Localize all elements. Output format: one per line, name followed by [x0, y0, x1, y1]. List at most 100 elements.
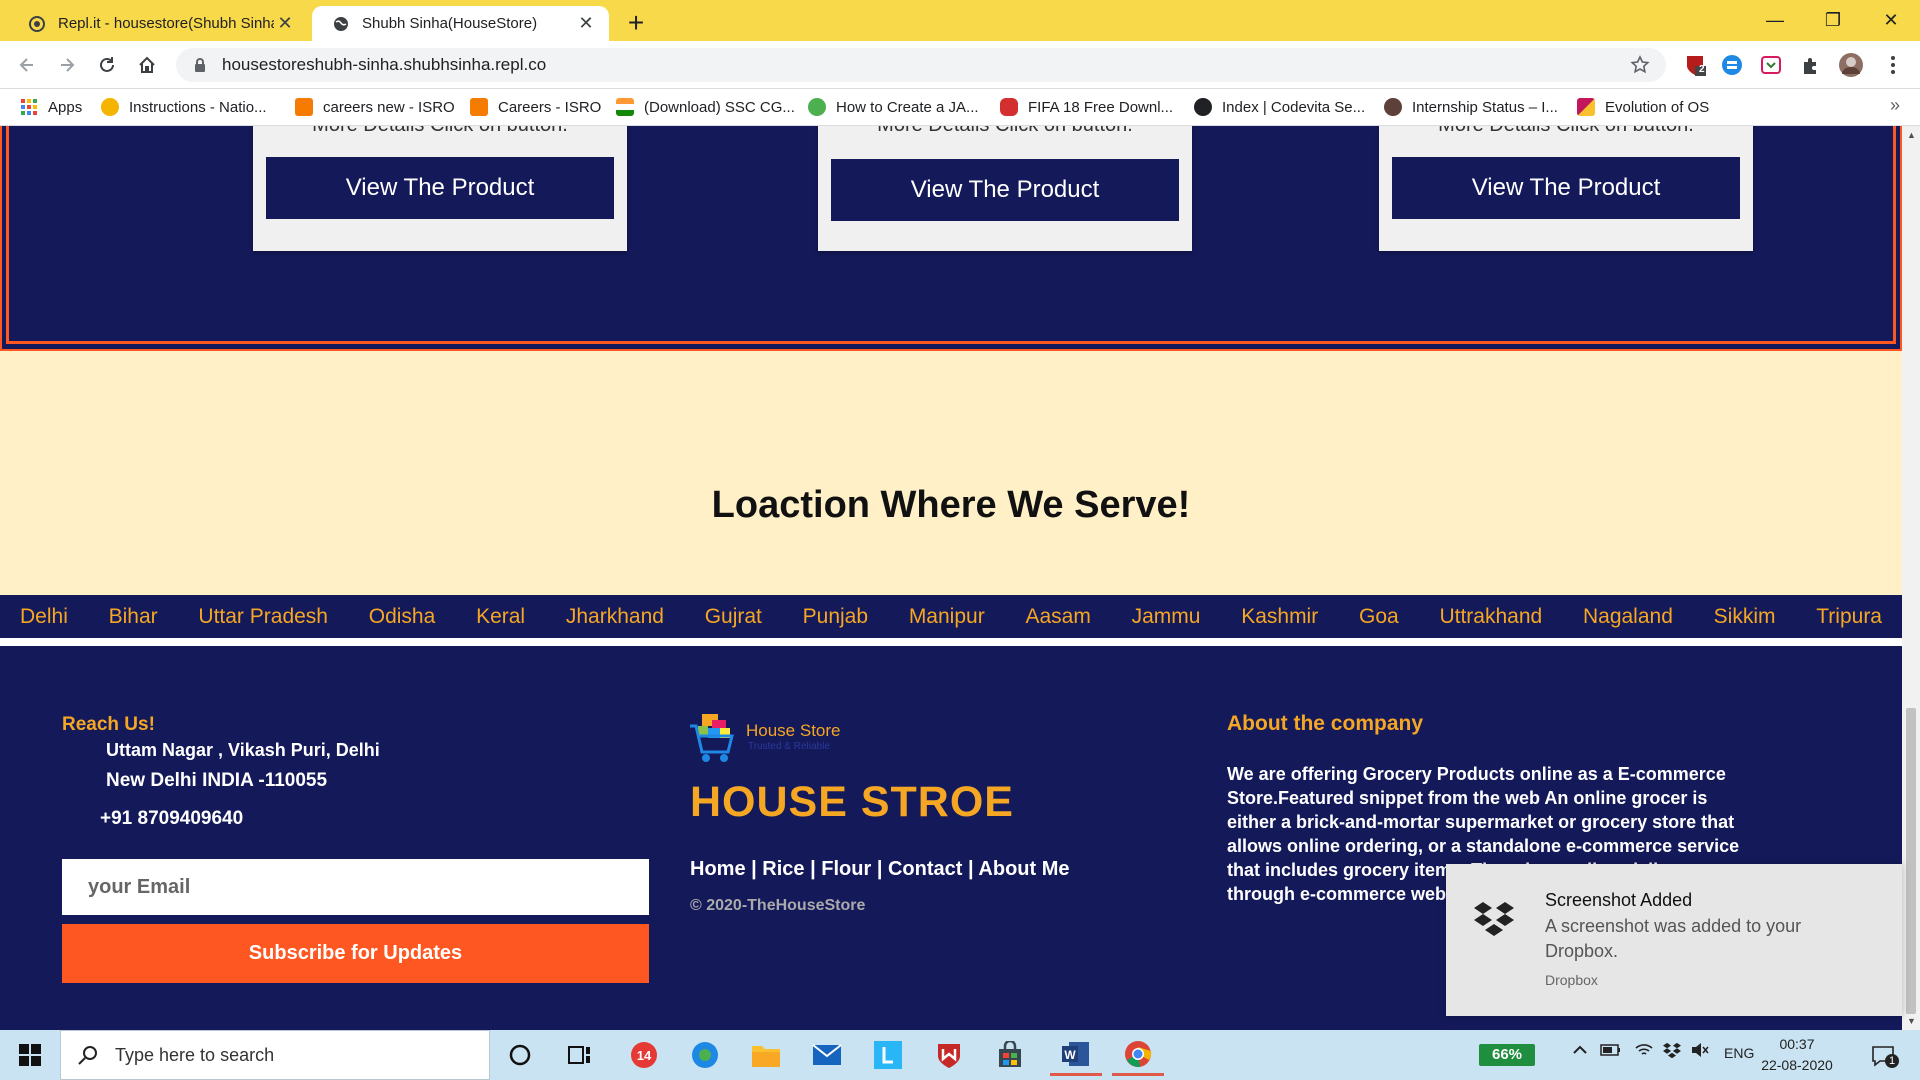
- scroll-up-arrow-icon[interactable]: ▲: [1907, 130, 1916, 140]
- bookmark-internship[interactable]: Internship Status – I...: [1384, 95, 1558, 119]
- language-indicator[interactable]: ENG: [1724, 1045, 1754, 1061]
- state-link[interactable]: Tripura: [1816, 605, 1882, 629]
- state-link[interactable]: Gujrat: [705, 605, 762, 629]
- state-link[interactable]: Goa: [1359, 605, 1399, 629]
- shopping-cart-logo-icon: [690, 714, 734, 762]
- new-tab-button[interactable]: +: [620, 8, 652, 40]
- cortana-icon[interactable]: [494, 1034, 546, 1076]
- action-center-icon[interactable]: 1: [1868, 1042, 1899, 1070]
- clock-time: 00:37: [1779, 1036, 1815, 1052]
- bookmark-evolution-os[interactable]: Evolution of OS: [1577, 95, 1709, 119]
- restore-button[interactable]: ❐: [1804, 0, 1862, 41]
- edge-browser-icon[interactable]: [679, 1034, 731, 1076]
- state-link[interactable]: Odisha: [369, 605, 436, 629]
- state-link[interactable]: Delhi: [20, 605, 68, 629]
- shield-extension-icon[interactable]: 2: [1682, 52, 1708, 78]
- minimize-button[interactable]: —: [1746, 0, 1804, 41]
- battery-tray-icon[interactable]: [1600, 1042, 1622, 1061]
- footer-link-about-me[interactable]: About Me: [978, 858, 1069, 880]
- bookmark-apps[interactable]: Apps: [20, 95, 82, 119]
- dropbox-tray-icon[interactable]: [1662, 1042, 1682, 1063]
- chevron-up-icon[interactable]: [1572, 1042, 1588, 1058]
- bookmark-careers-new-isro[interactable]: careers new - ISRO: [295, 95, 455, 119]
- close-window-button[interactable]: ✕: [1862, 0, 1920, 41]
- forward-button[interactable]: [52, 50, 82, 80]
- subscribe-button[interactable]: Subscribe for Updates: [62, 924, 649, 983]
- task-view-icon[interactable]: [554, 1034, 606, 1076]
- battery-indicator[interactable]: 66%: [1479, 1044, 1535, 1066]
- bookmark-create-ja[interactable]: How to Create a JA...: [808, 95, 979, 119]
- state-link[interactable]: Keral: [476, 605, 525, 629]
- mcafee-shield-icon[interactable]: [923, 1034, 975, 1076]
- state-link[interactable]: Nagaland: [1583, 605, 1673, 629]
- state-link[interactable]: Aasam: [1025, 605, 1090, 629]
- red-app-icon[interactable]: 14: [618, 1034, 670, 1076]
- bookmark-instructions[interactable]: Instructions - Natio...: [101, 95, 267, 119]
- start-button[interactable]: [0, 1030, 60, 1080]
- bookmark-codevita[interactable]: Index | Codevita Se...: [1194, 95, 1365, 119]
- lock-icon[interactable]: [192, 57, 208, 73]
- more-bookmarks-button[interactable]: »: [1890, 95, 1900, 116]
- email-input[interactable]: [62, 859, 649, 915]
- tab-replit[interactable]: Repl.it - housestore(Shubh Sinha) ✕: [8, 6, 308, 41]
- reload-button[interactable]: [92, 50, 122, 80]
- tab-close-icon[interactable]: ✕: [274, 13, 296, 35]
- state-link[interactable]: Kashmir: [1241, 605, 1318, 629]
- view-product-button[interactable]: View The Product: [266, 157, 614, 219]
- tab-housestore[interactable]: Shubh Sinha(HouseStore) ✕: [312, 6, 609, 41]
- home-icon: [139, 56, 155, 73]
- state-link[interactable]: Uttar Pradesh: [198, 605, 328, 629]
- view-product-button[interactable]: View The Product: [1392, 157, 1740, 219]
- scroll-down-arrow-icon[interactable]: ▼: [1907, 1016, 1916, 1026]
- state-link[interactable]: Manipur: [909, 605, 985, 629]
- word-icon[interactable]: W: [1050, 1034, 1102, 1076]
- system-clock[interactable]: 00:37 22-08-2020: [1760, 1034, 1834, 1076]
- home-button[interactable]: [132, 50, 162, 80]
- store-bag-icon[interactable]: [984, 1034, 1036, 1076]
- menu-kebab-icon[interactable]: [1880, 52, 1906, 78]
- bookmark-fifa[interactable]: FIFA 18 Free Downl...: [1000, 95, 1173, 119]
- reach-us-heading: Reach Us!: [62, 714, 155, 735]
- dropbox-notification[interactable]: Screenshot Added A screenshot was added …: [1446, 864, 1902, 1016]
- product-card: More Details Click on button. View The P…: [1379, 126, 1753, 251]
- state-link[interactable]: Punjab: [803, 605, 868, 629]
- puzzle-extensions-icon[interactable]: [1798, 52, 1824, 78]
- taskbar-search[interactable]: Type here to search: [60, 1030, 490, 1080]
- state-link[interactable]: Jammu: [1132, 605, 1201, 629]
- bookmark-ssc-cgl[interactable]: (Download) SSC CG...: [616, 95, 795, 119]
- chrome-icon[interactable]: [1112, 1034, 1164, 1076]
- footer-link-rice[interactable]: Rice: [762, 858, 804, 880]
- state-link[interactable]: Uttrakhand: [1439, 605, 1542, 629]
- volume-muted-icon[interactable]: [1690, 1042, 1710, 1061]
- state-link[interactable]: Sikkim: [1714, 605, 1776, 629]
- india-flag-icon: [616, 98, 634, 116]
- address-bar[interactable]: housestoreshubh-sinha.shubhsinha.repl.co: [176, 48, 1666, 82]
- url-text[interactable]: housestoreshubh-sinha.shubhsinha.repl.co: [222, 55, 546, 75]
- file-explorer-icon[interactable]: [740, 1034, 792, 1076]
- circle-extension-icon[interactable]: [1719, 52, 1745, 78]
- view-product-button[interactable]: View The Product: [831, 159, 1179, 221]
- mail-icon[interactable]: [801, 1034, 853, 1076]
- footer-link-flour[interactable]: Flour: [821, 858, 871, 880]
- footer-link-home[interactable]: Home: [690, 858, 746, 880]
- wifi-icon[interactable]: [1634, 1042, 1654, 1061]
- tab-close-icon[interactable]: ✕: [575, 13, 597, 35]
- l-app-icon[interactable]: [862, 1034, 914, 1076]
- state-link[interactable]: Jharkhand: [566, 605, 664, 629]
- bookmark-careers-isro[interactable]: Careers - ISRO: [470, 95, 601, 119]
- page-scrollbar[interactable]: ▲ ▼: [1902, 126, 1920, 1030]
- scrollbar-thumb[interactable]: [1906, 708, 1916, 1014]
- pocket-extension-icon[interactable]: [1758, 52, 1784, 78]
- profile-avatar-icon[interactable]: [1838, 52, 1864, 78]
- bookmark-star-icon[interactable]: [1630, 55, 1650, 75]
- footer-link-contact[interactable]: Contact: [888, 858, 962, 880]
- windows-logo-icon: [19, 1044, 41, 1066]
- globe-icon: [1194, 98, 1212, 116]
- link-separator: |: [871, 858, 888, 880]
- product-card: More Details Click on button. View The P…: [818, 126, 1192, 251]
- back-button[interactable]: [12, 50, 42, 80]
- dropbox-icon: [1474, 902, 1514, 936]
- state-link[interactable]: Bihar: [109, 605, 158, 629]
- notification-count: 1: [1885, 1054, 1899, 1068]
- tab-title: Repl.it - housestore(Shubh Sinha): [58, 15, 274, 32]
